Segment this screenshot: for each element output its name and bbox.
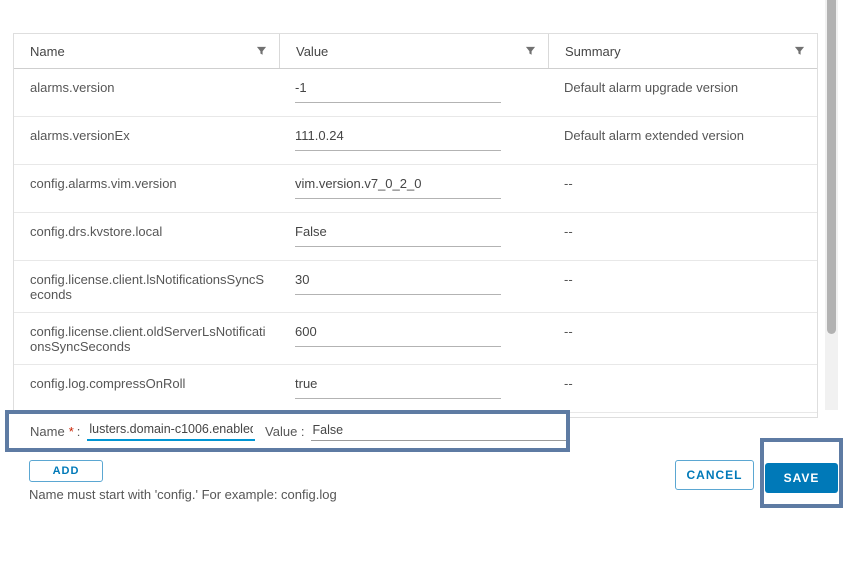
setting-value-field[interactable]: -1 xyxy=(279,69,548,116)
value-field-label: Value : xyxy=(265,424,305,439)
setting-name: config.log.compressOnRoll xyxy=(14,365,279,412)
setting-summary: Default alarm upgrade version xyxy=(548,69,817,116)
table-row[interactable]: config.license.client.lsNotificationsSyn… xyxy=(14,261,817,313)
setting-value-field[interactable]: 30 xyxy=(279,261,548,312)
filter-funnel-icon[interactable] xyxy=(525,46,536,57)
setting-name: alarms.versionEx xyxy=(14,117,279,164)
setting-summary: -- xyxy=(548,261,817,312)
setting-value-field[interactable]: 600 xyxy=(279,313,548,364)
table-header-row: Name Value Summary xyxy=(14,34,817,69)
setting-name: config.license.client.oldServerLsNotific… xyxy=(14,313,279,364)
setting-summary: Default alarm extended version xyxy=(548,117,817,164)
filter-funnel-icon[interactable] xyxy=(794,46,805,57)
table-row[interactable]: config.log.compressOnRoll true -- xyxy=(14,365,817,413)
setting-value-field[interactable]: vim.version.v7_0_2_0 xyxy=(279,165,548,212)
column-header-value-label: Value xyxy=(296,44,328,59)
setting-value-field[interactable]: true xyxy=(279,365,548,412)
name-format-hint: Name must start with 'config.' For examp… xyxy=(29,487,337,502)
table-row[interactable]: config.drs.kvstore.local False -- xyxy=(14,213,817,261)
setting-summary: -- xyxy=(548,313,817,364)
column-header-name-label: Name xyxy=(30,44,65,59)
vertical-scrollbar[interactable] xyxy=(825,0,838,410)
new-setting-value-input[interactable] xyxy=(311,422,566,441)
cancel-button[interactable]: CANCEL xyxy=(675,460,754,490)
setting-name: config.alarms.vim.version xyxy=(14,165,279,212)
scrollbar-thumb[interactable] xyxy=(827,0,836,334)
highlight-box-save: SAVE xyxy=(760,438,843,508)
save-button[interactable]: SAVE xyxy=(765,463,838,493)
table-row[interactable]: alarms.version -1 Default alarm upgrade … xyxy=(14,69,817,117)
table-row[interactable]: config.alarms.vim.version vim.version.v7… xyxy=(14,165,817,213)
column-header-summary-label: Summary xyxy=(565,44,621,59)
column-header-summary: Summary xyxy=(548,34,817,68)
settings-table: Name Value Summary xyxy=(13,33,818,418)
add-setting-row: Name * : Value : xyxy=(9,414,566,448)
add-button[interactable]: ADD xyxy=(29,460,103,482)
new-setting-name-input[interactable] xyxy=(87,421,255,441)
setting-summary: -- xyxy=(548,413,817,418)
filter-funnel-icon[interactable] xyxy=(256,46,267,57)
setting-value-field[interactable]: False xyxy=(279,213,548,260)
name-field-label: Name xyxy=(30,424,65,439)
highlight-box-add-row: Name * : Value : xyxy=(5,410,570,452)
setting-summary: -- xyxy=(548,213,817,260)
required-marker: * xyxy=(69,424,74,439)
setting-summary: -- xyxy=(548,365,817,412)
table-row[interactable]: config.license.client.oldServerLsNotific… xyxy=(14,313,817,365)
setting-summary: -- xyxy=(548,165,817,212)
setting-name: alarms.version xyxy=(14,69,279,116)
table-row[interactable]: alarms.versionEx 111.0.24 Default alarm … xyxy=(14,117,817,165)
setting-name: config.drs.kvstore.local xyxy=(14,213,279,260)
column-header-value: Value xyxy=(279,34,548,68)
setting-name: config.license.client.lsNotificationsSyn… xyxy=(14,261,279,312)
column-header-name: Name xyxy=(14,34,279,68)
setting-value-field[interactable]: 111.0.24 xyxy=(279,117,548,164)
advanced-settings-panel: Name Value Summary xyxy=(0,0,844,568)
name-label-separator: : xyxy=(77,424,81,439)
